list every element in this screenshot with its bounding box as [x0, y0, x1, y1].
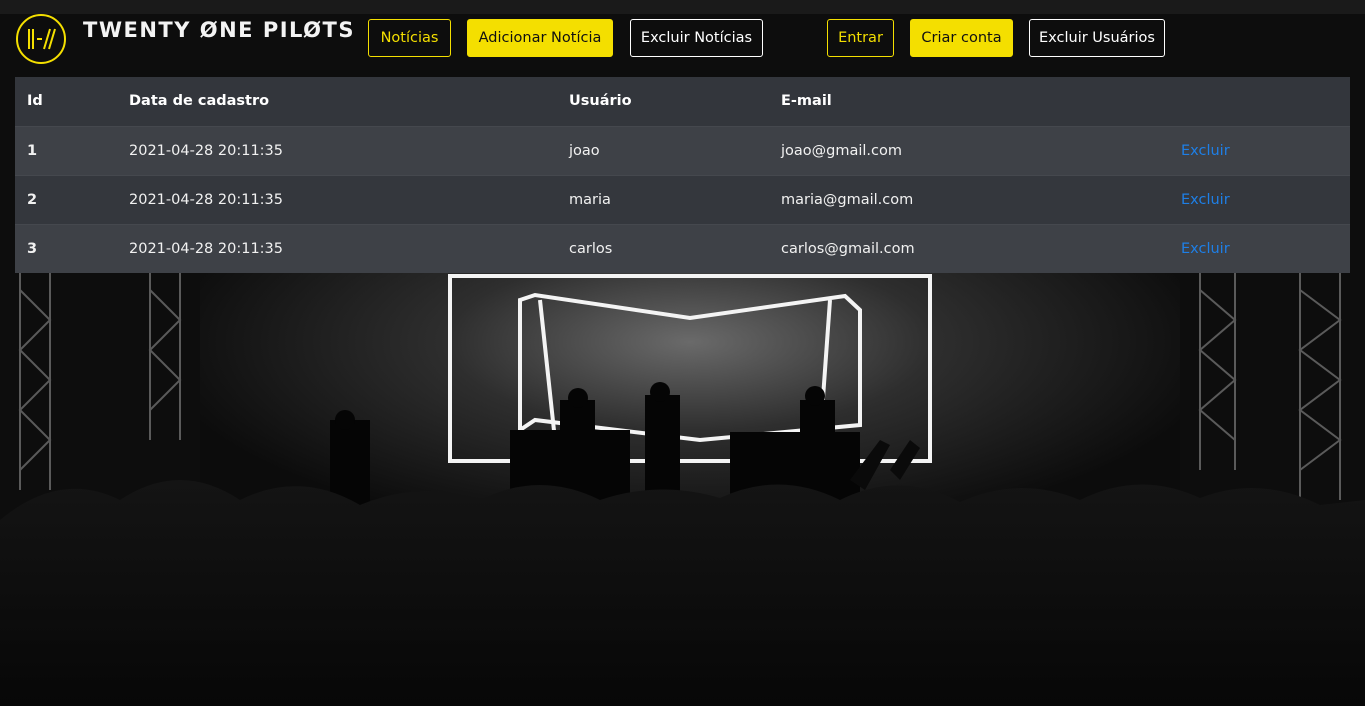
cell-id: 3 [15, 223, 117, 273]
brand-title[interactable]: TWENTY ØNE PILØTS [83, 18, 355, 42]
cell-email: carlos@gmail.com [769, 223, 1169, 273]
delete-user-link[interactable]: Excluir [1181, 192, 1230, 208]
cell-data-cadastro: 2021-04-28 20:11:35 [117, 125, 557, 175]
cell-actions: Excluir [1169, 125, 1350, 175]
cell-actions: Excluir [1169, 174, 1350, 224]
delete-user-link[interactable]: Excluir [1181, 143, 1230, 159]
users-table-container: Id Data de cadastro Usuário E-mail 1 202… [15, 77, 1350, 273]
cell-usuario: joao [557, 125, 769, 175]
delete-noticias-button[interactable]: Excluir Notícias [630, 19, 763, 57]
cell-id: 1 [15, 125, 117, 175]
cell-email: maria@gmail.com [769, 174, 1169, 224]
header-email: E-mail [781, 93, 832, 110]
table-row: 3 2021-04-28 20:11:35 carlos carlos@gmai… [15, 223, 1350, 273]
header-actions [1169, 77, 1350, 126]
table-header-row: Id Data de cadastro Usuário E-mail [15, 77, 1350, 126]
create-account-button[interactable]: Criar conta [910, 19, 1013, 57]
cell-usuario: carlos [557, 223, 769, 273]
cell-data-cadastro: 2021-04-28 20:11:35 [117, 223, 557, 273]
add-noticia-button[interactable]: Adicionar Notícia [467, 19, 613, 57]
delete-user-link[interactable]: Excluir [1181, 241, 1230, 257]
header-data-cadastro: Data de cadastro [129, 93, 270, 110]
delete-users-button[interactable]: Excluir Usuários [1029, 19, 1165, 57]
twenty-one-pilots-logo-icon[interactable] [15, 13, 67, 65]
header-id: Id [27, 93, 43, 110]
header-usuario: Usuário [569, 93, 632, 110]
top-navbar: TWENTY ØNE PILØTS Notícias Adicionar Not… [0, 0, 1365, 78]
cell-id: 2 [15, 174, 117, 224]
table-row: 2 2021-04-28 20:11:35 maria maria@gmail.… [15, 174, 1350, 224]
login-button[interactable]: Entrar [827, 19, 894, 57]
cell-data-cadastro: 2021-04-28 20:11:35 [117, 174, 557, 224]
users-table: Id Data de cadastro Usuário E-mail 1 202… [15, 77, 1350, 273]
page: TWENTY ØNE PILØTS Notícias Adicionar Not… [0, 0, 1365, 706]
cell-usuario: maria [557, 174, 769, 224]
noticias-button[interactable]: Notícias [368, 19, 451, 57]
cell-actions: Excluir [1169, 223, 1350, 273]
cell-email: joao@gmail.com [769, 125, 1169, 175]
table-row: 1 2021-04-28 20:11:35 joao joao@gmail.co… [15, 125, 1350, 175]
